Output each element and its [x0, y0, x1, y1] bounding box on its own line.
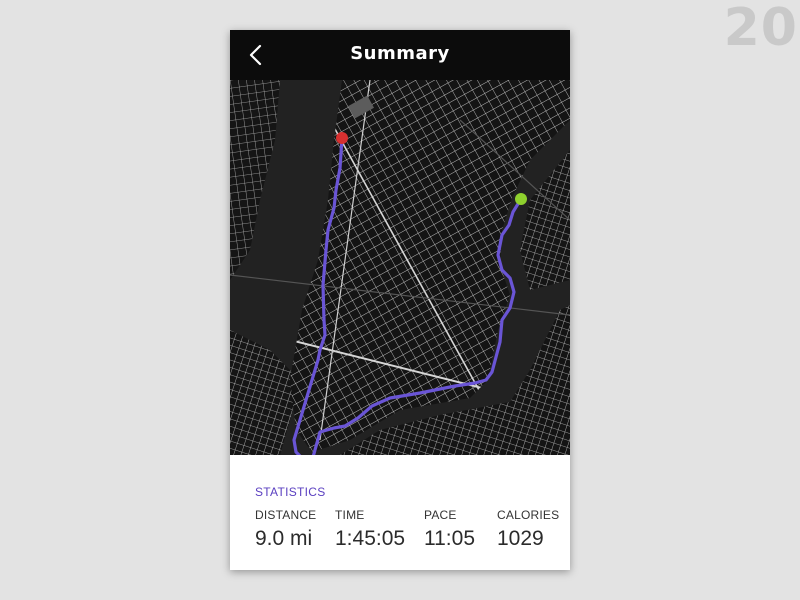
- stat-value: 11:05: [424, 527, 475, 550]
- end-marker[interactable]: [336, 132, 348, 144]
- app-screen: Summary STATISTICS DISTANCE 9.0 mi TIME …: [230, 30, 570, 570]
- stat-time: TIME 1:45:05: [335, 508, 405, 551]
- stat-pace: PACE 11:05: [424, 508, 475, 551]
- map-canvas: [230, 80, 570, 455]
- statistics-panel: STATISTICS DISTANCE 9.0 mi TIME 1:45:05 …: [230, 455, 570, 570]
- stat-calories: CALORIES 1029: [497, 508, 559, 551]
- route-map[interactable]: [230, 80, 570, 455]
- stat-label: CALORIES: [497, 508, 560, 522]
- stat-distance: DISTANCE 9.0 mi: [255, 508, 316, 551]
- header-bar: Summary: [230, 30, 570, 80]
- statistics-title: STATISTICS: [255, 485, 326, 499]
- stat-label: TIME: [335, 508, 365, 522]
- stat-value: 1029: [497, 527, 544, 550]
- start-marker[interactable]: [515, 193, 527, 205]
- stat-label: DISTANCE: [255, 508, 317, 522]
- stat-label: PACE: [424, 508, 457, 522]
- page-number: 20: [723, 0, 798, 58]
- page-title: Summary: [350, 43, 450, 64]
- stat-value: 1:45:05: [335, 527, 406, 550]
- stat-value: 9.0 mi: [255, 527, 313, 550]
